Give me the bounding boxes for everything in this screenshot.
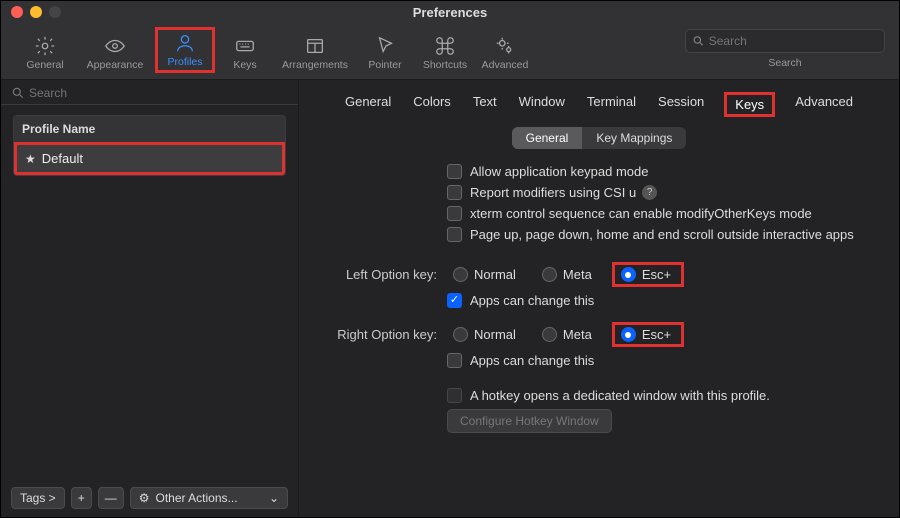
left-option-esc[interactable]: Esc+ [612,262,684,287]
toolbar-appearance[interactable]: Appearance [75,33,155,73]
toolbar-label: Arrangements [282,59,348,71]
window-title: Preferences [1,5,899,20]
tab-text[interactable]: Text [471,92,499,117]
search-icon [692,34,705,48]
tab-advanced[interactable]: Advanced [793,92,855,117]
toolbar-label: Appearance [87,59,144,71]
profile-name: Default [42,151,83,166]
eye-icon [103,35,127,57]
titlebar: Preferences [1,1,899,23]
profile-list-header: Profile Name [14,116,285,142]
toolbar-label: Shortcuts [423,59,467,71]
toolbar-search-label: Search [745,57,825,69]
checkbox-hotkey-window[interactable] [447,388,462,403]
tab-keys[interactable]: Keys [724,92,775,117]
left-option-normal[interactable]: Normal [447,265,536,284]
right-option-label: Right Option key: [319,327,447,342]
toolbar-search[interactable] [685,29,885,53]
gear-icon [33,35,57,57]
toolbar-keys[interactable]: Keys [215,33,275,73]
sidebar-search-input[interactable] [29,86,290,100]
body: Profile Name ★ Default Tags > + — ⚙ Other… [1,80,899,517]
toolbar-label: Keys [233,59,256,71]
label-hotkey: A hotkey opens a dedicated window with t… [470,388,770,403]
toolbar-general[interactable]: General [15,33,75,73]
profile-icon [173,32,197,54]
gear-icon: ⚙ [139,491,150,505]
preferences-window: Preferences General Appearance Profiles … [0,0,900,518]
label-csi: Report modifiers using CSI u [470,185,636,200]
command-icon [433,35,457,57]
tab-session[interactable]: Session [656,92,706,117]
star-icon: ★ [25,152,36,166]
toolbar-arrangements[interactable]: Arrangements [275,33,355,73]
checkbox-keypad[interactable] [447,164,462,179]
tab-terminal[interactable]: Terminal [585,92,638,117]
tab-colors[interactable]: Colors [411,92,453,117]
tab-general[interactable]: General [343,92,393,117]
label-right-apps-change: Apps can change this [470,353,594,368]
highlight-profile-row: ★ Default [14,142,285,175]
pointer-icon [373,35,397,57]
right-option-meta[interactable]: Meta [536,325,612,344]
toolbar: General Appearance Profiles Keys Arrange… [1,23,899,80]
help-icon[interactable]: ? [642,185,657,200]
sidebar: Profile Name ★ Default Tags > + — ⚙ Other… [1,80,299,517]
label-xterm: xterm control sequence can enable modify… [470,206,812,221]
sidebar-search[interactable] [1,80,298,104]
subtab-general[interactable]: General [512,127,583,149]
left-option-label: Left Option key: [319,267,447,282]
toolbar-search-input[interactable] [709,34,878,48]
other-actions-label: Other Actions... [155,491,237,505]
toolbar-label: General [26,59,63,71]
subtab-key-mappings[interactable]: Key Mappings [582,127,686,149]
checkbox-right-apps-change[interactable] [447,353,462,368]
keys-form: Allow application keypad mode Report mod… [299,161,899,436]
checkbox-pagescroll[interactable] [447,227,462,242]
window-grid-icon [303,35,327,57]
profile-detail-pane: General Colors Text Window Terminal Sess… [299,80,899,517]
gears-icon [493,35,517,57]
toolbar-pointer[interactable]: Pointer [355,33,415,73]
search-icon [11,86,25,100]
checkbox-csi[interactable] [447,185,462,200]
keyboard-icon [233,35,257,57]
profile-tabs: General Colors Text Window Terminal Sess… [299,80,899,123]
tags-button[interactable]: Tags > [11,487,65,509]
tab-window[interactable]: Window [517,92,567,117]
keys-subtabs: General Key Mappings [299,127,899,149]
profile-row-default[interactable]: ★ Default [17,145,282,172]
checkbox-xterm[interactable] [447,206,462,221]
checkbox-left-apps-change[interactable] [447,293,462,308]
configure-hotkey-button[interactable]: Configure Hotkey Window [447,409,612,433]
toolbar-label: Profiles [167,56,202,68]
label-left-apps-change: Apps can change this [470,293,594,308]
other-actions-dropdown[interactable]: ⚙ Other Actions... ⌄ [130,487,288,509]
sidebar-footer: Tags > + — ⚙ Other Actions... ⌄ [1,479,298,517]
right-option-normal[interactable]: Normal [447,325,536,344]
toolbar-advanced[interactable]: Advanced [475,33,535,73]
left-option-meta[interactable]: Meta [536,265,612,284]
toolbar-label: Advanced [482,59,529,71]
toolbar-shortcuts[interactable]: Shortcuts [415,33,475,73]
label-keypad: Allow application keypad mode [470,164,649,179]
right-option-esc[interactable]: Esc+ [612,322,684,347]
profile-list: Profile Name ★ Default [13,115,286,176]
toolbar-label: Pointer [368,59,401,71]
chevron-down-icon: ⌄ [269,491,279,505]
remove-profile-button[interactable]: — [98,487,124,509]
toolbar-profiles[interactable]: Profiles [155,27,215,73]
label-pagescroll: Page up, page down, home and end scroll … [470,227,854,242]
add-profile-button[interactable]: + [71,487,92,509]
